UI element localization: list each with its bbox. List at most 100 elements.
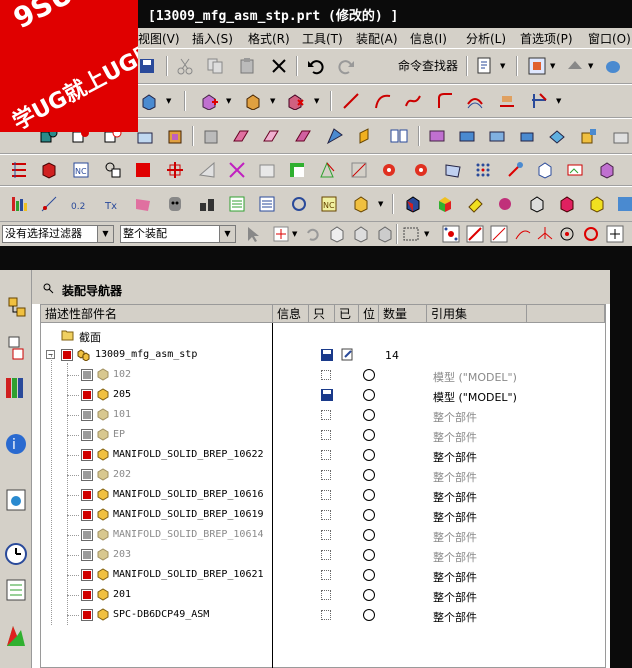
curve-analysis-icon[interactable] bbox=[350, 161, 368, 179]
sheet-icon[interactable] bbox=[612, 127, 630, 145]
intersection-snap-icon[interactable] bbox=[536, 225, 554, 243]
paste-icon[interactable] bbox=[238, 57, 256, 75]
nc-program-icon[interactable]: NC bbox=[72, 161, 90, 179]
menu-assembly[interactable]: 装配(A) bbox=[356, 30, 398, 47]
chevron-down-icon[interactable]: ▼ bbox=[314, 92, 321, 110]
information-window-icon[interactable] bbox=[476, 57, 494, 75]
chevron-down-icon[interactable]: ▼ bbox=[219, 226, 235, 242]
rectangle-select-icon[interactable] bbox=[402, 225, 420, 243]
menu-information[interactable]: 信息(I) bbox=[410, 30, 447, 47]
section-cut-icon[interactable] bbox=[228, 161, 246, 179]
chevron-down-icon[interactable]: ▼ bbox=[97, 226, 113, 242]
column-header-modified[interactable]: 已 bbox=[335, 305, 359, 323]
unite-icon[interactable] bbox=[200, 92, 218, 110]
roles-tab-icon[interactable] bbox=[3, 622, 29, 650]
command-finder-button[interactable]: 命令查找器 bbox=[398, 57, 458, 77]
trim-curve-icon[interactable] bbox=[530, 92, 548, 110]
section-plane-icon[interactable] bbox=[198, 161, 216, 179]
tree-row-component[interactable]: 203 整个部件 bbox=[41, 545, 605, 565]
tree-row-component[interactable]: MANIFOLD_SOLID_BREP_10614 整个部件 bbox=[41, 525, 605, 545]
component-visibility-checkbox[interactable] bbox=[81, 409, 93, 421]
pattern-icon[interactable] bbox=[390, 127, 408, 145]
datum-csys-icon[interactable] bbox=[288, 161, 306, 179]
patch-icon[interactable] bbox=[548, 127, 566, 145]
tool-list-icon[interactable] bbox=[258, 195, 276, 213]
existing-point-snap-icon[interactable] bbox=[606, 225, 624, 243]
trim-body-icon[interactable] bbox=[428, 127, 446, 145]
chevron-down-icon[interactable]: ▼ bbox=[500, 57, 507, 75]
line-icon[interactable] bbox=[342, 92, 360, 110]
tree-row-component[interactable]: MANIFOLD_SOLID_BREP_10622 整个部件 bbox=[41, 445, 605, 465]
gear-icon[interactable] bbox=[380, 161, 398, 179]
column-header-info[interactable]: 信息 bbox=[273, 305, 309, 323]
tree-row-component[interactable]: MANIFOLD_SOLID_BREP_10621 整个部件 bbox=[41, 565, 605, 585]
nc-output-icon[interactable]: NC bbox=[320, 195, 338, 213]
menu-window[interactable]: 窗口(O) bbox=[588, 30, 631, 47]
column-header-name[interactable]: 描述性部件名 bbox=[41, 305, 273, 323]
tree-row-component[interactable]: 102 模型 ("MODEL") bbox=[41, 365, 605, 385]
midpoint-snap-icon[interactable] bbox=[490, 225, 508, 243]
intersect-icon[interactable] bbox=[286, 92, 304, 110]
thicken-icon[interactable] bbox=[518, 127, 536, 145]
chevron-down-icon[interactable]: ▼ bbox=[226, 92, 233, 110]
reuse-library-tab-icon[interactable] bbox=[3, 576, 29, 604]
loop-icon[interactable] bbox=[290, 195, 308, 213]
cut-icon[interactable] bbox=[176, 57, 194, 75]
tree-row-section[interactable]: 截面 bbox=[41, 325, 605, 345]
extrude-icon[interactable] bbox=[140, 92, 158, 110]
component-visibility-checkbox[interactable] bbox=[81, 489, 93, 501]
precision-icon[interactable]: 0.2 bbox=[70, 195, 88, 213]
pad-icon[interactable] bbox=[166, 127, 184, 145]
component-visibility-checkbox[interactable] bbox=[81, 509, 93, 521]
control-point-snap-icon[interactable] bbox=[514, 225, 532, 243]
datum-plane-icon[interactable] bbox=[258, 161, 276, 179]
arc-icon[interactable] bbox=[374, 92, 392, 110]
assembly-navigator-tab-icon[interactable] bbox=[3, 294, 29, 322]
sew-icon[interactable] bbox=[488, 127, 506, 145]
component-visibility-checkbox[interactable] bbox=[81, 429, 93, 441]
fit-view-icon[interactable] bbox=[528, 57, 546, 75]
history-palette-tab-icon[interactable] bbox=[3, 486, 29, 514]
fillet-curve-icon[interactable] bbox=[436, 92, 454, 110]
chevron-down-icon[interactable]: ▼ bbox=[588, 57, 595, 75]
offset-curve-icon[interactable] bbox=[466, 92, 484, 110]
feature-select-icon[interactable] bbox=[272, 225, 290, 243]
menu-view[interactable]: 视图(V) bbox=[138, 30, 180, 47]
post-process-icon[interactable] bbox=[352, 195, 370, 213]
probe-icon[interactable] bbox=[506, 161, 524, 179]
surface-analysis-icon[interactable] bbox=[134, 195, 152, 213]
tree-row-component[interactable]: EP 整个部件 bbox=[41, 425, 605, 445]
snap-point-icon[interactable] bbox=[442, 225, 460, 243]
blank-geometry-icon[interactable] bbox=[40, 161, 58, 179]
robot-icon[interactable] bbox=[166, 195, 184, 213]
spline-icon[interactable] bbox=[404, 92, 422, 110]
machine-icon[interactable] bbox=[598, 161, 616, 179]
chamfer-icon[interactable] bbox=[262, 127, 280, 145]
chevron-down-icon[interactable]: ▼ bbox=[270, 92, 277, 110]
box-select-icon[interactable] bbox=[328, 225, 346, 243]
constraint-navigator-tab-icon[interactable] bbox=[3, 334, 29, 362]
color-cube-icon[interactable] bbox=[436, 195, 454, 213]
tree-row-component[interactable]: 201 整个部件 bbox=[41, 585, 605, 605]
internet-explorer-tab-icon[interactable]: i bbox=[3, 430, 29, 458]
component-visibility-checkbox[interactable] bbox=[81, 609, 93, 621]
chevron-down-icon[interactable]: ▼ bbox=[550, 57, 557, 75]
copy-icon[interactable] bbox=[206, 57, 224, 75]
tree-row-component[interactable]: MANIFOLD_SOLID_BREP_10616 整个部件 bbox=[41, 485, 605, 505]
wireframe-cube-icon[interactable] bbox=[528, 195, 546, 213]
save-icon[interactable] bbox=[138, 57, 156, 75]
menu-preferences[interactable]: 首选项(P) bbox=[520, 30, 573, 47]
draft-icon[interactable] bbox=[326, 127, 344, 145]
general-selection-icon[interactable] bbox=[244, 225, 262, 243]
tree-row-component[interactable]: 101 整个部件 bbox=[41, 405, 605, 425]
component-visibility-checkbox[interactable] bbox=[81, 589, 93, 601]
offset-face-icon[interactable] bbox=[358, 127, 376, 145]
tree-row-component[interactable]: 205 模型 ("MODEL") bbox=[41, 385, 605, 405]
op-navigator-icon[interactable] bbox=[10, 161, 28, 179]
column-header-position[interactable]: 位 bbox=[359, 305, 379, 323]
selection-scope-dropdown[interactable]: 整个装配 ▼ bbox=[120, 225, 236, 243]
gear-icon[interactable] bbox=[412, 161, 430, 179]
menu-tools[interactable]: 工具(T) bbox=[302, 30, 343, 47]
select-face-icon[interactable] bbox=[376, 225, 394, 243]
chevron-down-icon[interactable]: ▼ bbox=[166, 92, 173, 110]
